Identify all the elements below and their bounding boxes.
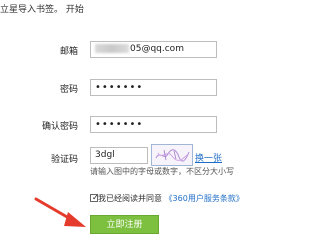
register-button[interactable]: 立即注册 (90, 215, 159, 234)
captcha-label: 验证码 (50, 155, 78, 165)
captcha-input[interactable]: 3dgl (90, 147, 148, 164)
email-field[interactable]: 05@qq.com (90, 41, 217, 58)
header: 立星导入书签。 开始 (0, 0, 272, 16)
email-label: 邮箱 (59, 47, 78, 57)
terms-link[interactable]: 《360用户服务条款》 (165, 194, 244, 203)
agree-checkbox[interactable]: ✓ (90, 193, 99, 202)
password-label: 密码 (59, 85, 78, 95)
confirm-password-field[interactable]: ••••••• (90, 116, 217, 133)
password-field[interactable]: ••••••• (90, 79, 217, 96)
email-value: 05@qq.com (130, 44, 184, 54)
confirm-password-label: 确认密码 (41, 122, 78, 132)
header-text: 立星导入书签。 开始 (0, 5, 84, 15)
email-redacted (95, 44, 129, 53)
agree-text: 我已经阅读并同意 《360用户服务条款》 (98, 193, 244, 204)
agree-label: 我已经阅读并同意 (98, 194, 162, 203)
swap-captcha-link[interactable]: 换一张 (195, 151, 222, 164)
captcha-hint: 请输入图中的字母或数字，不区分大小写 (90, 167, 234, 176)
captcha-scribble-icon (155, 149, 190, 162)
captcha-image[interactable] (151, 144, 193, 166)
red-arrow-icon (34, 197, 86, 227)
